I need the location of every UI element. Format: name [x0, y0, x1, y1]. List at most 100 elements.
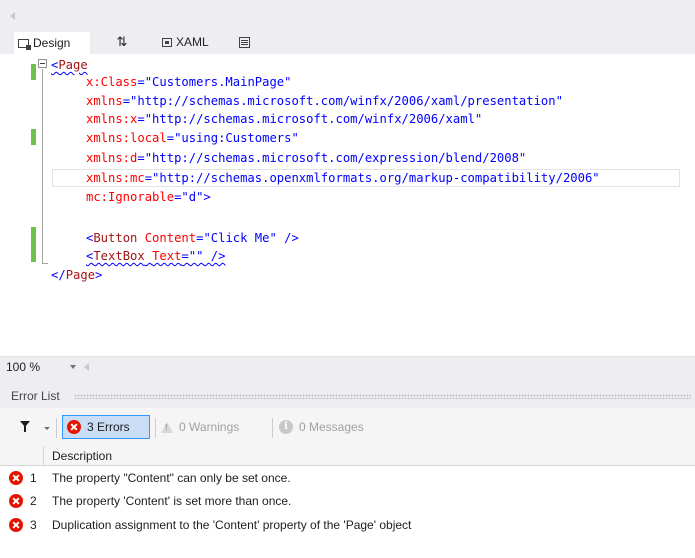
code-line-8: mc:Ignorable="d">	[86, 189, 211, 205]
code-token: </	[51, 268, 66, 282]
swap-panes-button[interactable]: ⇅	[108, 30, 136, 54]
pane-splitter[interactable]	[0, 376, 695, 384]
change-marker	[31, 129, 36, 145]
code-token: >	[95, 268, 103, 282]
filter-icon[interactable]	[20, 421, 30, 432]
zoom-value: 100 %	[6, 360, 41, 374]
row-number: 2	[30, 494, 37, 508]
code-line-6: xmlns:d="http://schemas.microsoft.com/ex…	[86, 150, 526, 166]
chevron-down-icon[interactable]	[44, 427, 50, 430]
tab-xaml-label: XAML	[176, 35, 209, 49]
toolbar-separator	[272, 418, 273, 438]
tab-xaml[interactable]: XAML	[160, 30, 230, 54]
row-number: 3	[30, 518, 37, 532]
code-line-7: xmlns:mc="http://schemas.openxmlformats.…	[86, 170, 600, 186]
error-icon	[9, 471, 23, 485]
error-list-title: Error List	[11, 389, 60, 403]
code-line-1: <Page	[51, 57, 88, 73]
code-token: "http://schemas.microsoft.com/expression…	[144, 151, 527, 165]
code-token: xmlns:local	[86, 131, 167, 145]
chevron-down-icon[interactable]	[70, 365, 76, 369]
code-token: "Click Me"	[203, 231, 277, 245]
code-token: "d"	[181, 190, 204, 204]
code-token: =	[166, 131, 175, 145]
code-token: =	[137, 75, 145, 89]
messages-filter-button[interactable]: i 0 Messages	[279, 415, 364, 439]
xaml-code-editor[interactable]: <Page x:Class="Customers.MainPage" xmlns…	[0, 54, 695, 356]
tab-design-label: Design	[33, 36, 71, 50]
code-token: "http://schemas.openxmlformats.org/marku…	[152, 171, 600, 185]
error-icon	[67, 420, 81, 434]
title-bar-grip[interactable]	[74, 394, 691, 399]
row-number: 1	[30, 471, 37, 485]
code-token: />	[203, 249, 226, 263]
code-token: x:Class	[86, 75, 138, 89]
design-view-icon	[18, 38, 31, 50]
zoom-dropdown[interactable]: 100 %	[6, 359, 80, 375]
table-row[interactable]: 3 Duplication assignment to the 'Content…	[0, 513, 695, 537]
code-token: =	[144, 171, 153, 185]
scroll-left-arrow-icon[interactable]	[10, 12, 15, 20]
code-token: "using:Customers"	[174, 131, 299, 145]
code-token: xmlns:mc	[86, 171, 145, 185]
error-list-rows: 1 The property "Content" can only be set…	[0, 466, 695, 558]
column-header-description[interactable]: Description	[52, 449, 112, 463]
error-icon	[9, 518, 23, 532]
code-token: Page	[65, 268, 96, 282]
row-description: The property 'Content' is set more than …	[52, 494, 292, 508]
change-marker	[31, 227, 36, 262]
tab-design[interactable]: Design	[14, 30, 90, 54]
code-line-10: <Button Content="Click Me" />	[86, 230, 299, 246]
errors-filter-button[interactable]: 3 Errors	[62, 415, 150, 439]
change-marker	[31, 64, 36, 80]
swap-panes-icon: ⇅	[116, 34, 128, 49]
code-token: />	[276, 231, 299, 245]
code-token: xmlns:d	[86, 151, 138, 165]
table-row[interactable]: 1 The property "Content" can only be set…	[0, 466, 695, 490]
toolbar-separator	[56, 418, 57, 438]
column-header-number[interactable]	[0, 446, 44, 466]
toolbar-separator	[155, 418, 156, 438]
code-token: Content	[144, 231, 197, 245]
warnings-filter-label: 0 Warnings	[179, 420, 240, 434]
code-line-11: <TextBox Text="" />	[86, 248, 225, 264]
fold-guide	[42, 69, 43, 263]
row-description: Duplication assignment to the 'Content' …	[52, 518, 412, 532]
scroll-left-arrow-icon[interactable]	[84, 363, 89, 371]
code-token: =	[137, 151, 145, 165]
code-line-2: x:Class="Customers.MainPage"	[86, 74, 291, 90]
designer-scroll-strip	[0, 0, 695, 30]
code-token: "http://schemas.microsoft.com/winfx/2006…	[144, 112, 483, 126]
row-description: The property "Content" can only be set o…	[52, 471, 291, 485]
code-line-3: xmlns="http://schemas.microsoft.com/winf…	[86, 93, 563, 109]
code-line-4: xmlns:x="http://schemas.microsoft.com/wi…	[86, 111, 482, 127]
code-token: >	[203, 190, 211, 204]
messages-filter-label: 0 Messages	[299, 420, 364, 434]
table-row[interactable]: 2 The property 'Content' is set more tha…	[0, 489, 695, 513]
toggle-pane-button[interactable]	[234, 30, 254, 54]
code-token: xmlns	[86, 94, 123, 108]
error-list-toolbar: 3 Errors 0 Warnings i 0 Messages	[0, 408, 695, 446]
errors-filter-label: 3 Errors	[87, 420, 130, 434]
warning-icon	[161, 421, 173, 433]
toggle-pane-icon	[238, 36, 250, 48]
code-token: TextBox	[93, 249, 145, 263]
code-line-12: </Page>	[51, 267, 102, 283]
code-token: "Customers.MainPage"	[144, 75, 292, 89]
code-token: xmlns:x	[86, 112, 138, 126]
code-token: Button	[93, 231, 138, 245]
code-token: ""	[188, 249, 204, 263]
code-token: Page	[58, 58, 88, 72]
code-token: =	[122, 94, 131, 108]
view-tab-bar: Design ⇅ XAML	[0, 30, 695, 54]
error-icon	[9, 494, 23, 508]
xaml-view-icon	[162, 37, 172, 47]
code-token: =	[137, 112, 145, 126]
collapse-icon[interactable]	[38, 59, 47, 68]
fold-guide-end	[42, 263, 48, 264]
warnings-filter-button[interactable]: 0 Warnings	[161, 415, 239, 439]
error-list-title-bar: Error List	[0, 384, 695, 408]
code-token: "http://schemas.microsoft.com/winfx/2006…	[130, 94, 563, 108]
info-icon: i	[279, 420, 293, 434]
code-token: Text	[152, 249, 182, 263]
